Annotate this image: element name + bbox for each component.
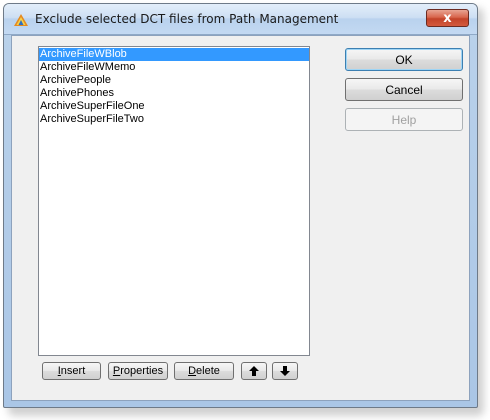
list-item[interactable]: ArchiveFileWBlob — [39, 48, 309, 61]
list-item[interactable]: ArchiveSuperFileTwo — [39, 113, 309, 126]
move-up-button[interactable] — [241, 362, 267, 380]
properties-label: roperties — [120, 365, 164, 377]
help-button[interactable]: Help — [345, 108, 463, 131]
insert-label: nsert — [60, 365, 86, 377]
insert-button[interactable]: Insert — [42, 362, 101, 380]
arrow-down-icon — [280, 366, 290, 376]
dialog-window: Exclude selected DCT files from Path Man… — [3, 3, 478, 408]
cancel-button-label: Cancel — [385, 82, 423, 97]
app-logo-icon — [14, 14, 28, 26]
list-item[interactable]: ArchiveSuperFileOne — [39, 100, 309, 113]
cancel-button[interactable]: Cancel — [345, 78, 463, 101]
ok-button[interactable]: OK — [345, 48, 463, 71]
delete-button[interactable]: Delete — [174, 362, 234, 380]
arrow-up-icon — [249, 366, 259, 376]
ok-button-label: OK — [395, 52, 413, 67]
list-item[interactable]: ArchiveFileWMemo — [39, 61, 309, 74]
list-item[interactable]: ArchivePeople — [39, 74, 309, 87]
delete-mnemonic: D — [188, 365, 197, 377]
move-down-button[interactable] — [272, 362, 298, 380]
title-bar[interactable]: Exclude selected DCT files from Path Man… — [4, 4, 477, 35]
list-item[interactable]: ArchivePhones — [39, 87, 309, 100]
help-button-label: Help — [391, 112, 417, 127]
delete-label: elete — [196, 365, 220, 377]
properties-button[interactable]: Properties — [108, 362, 168, 380]
dct-file-list[interactable]: ArchiveFileWBlob ArchiveFileWMemo Archiv… — [38, 46, 310, 356]
close-icon: x — [443, 10, 452, 26]
window-title: Exclude selected DCT files from Path Man… — [35, 12, 339, 26]
dialog-body: ArchiveFileWBlob ArchiveFileWMemo Archiv… — [11, 35, 470, 401]
properties-mnemonic: P — [112, 365, 121, 377]
close-button[interactable]: x — [426, 9, 469, 27]
